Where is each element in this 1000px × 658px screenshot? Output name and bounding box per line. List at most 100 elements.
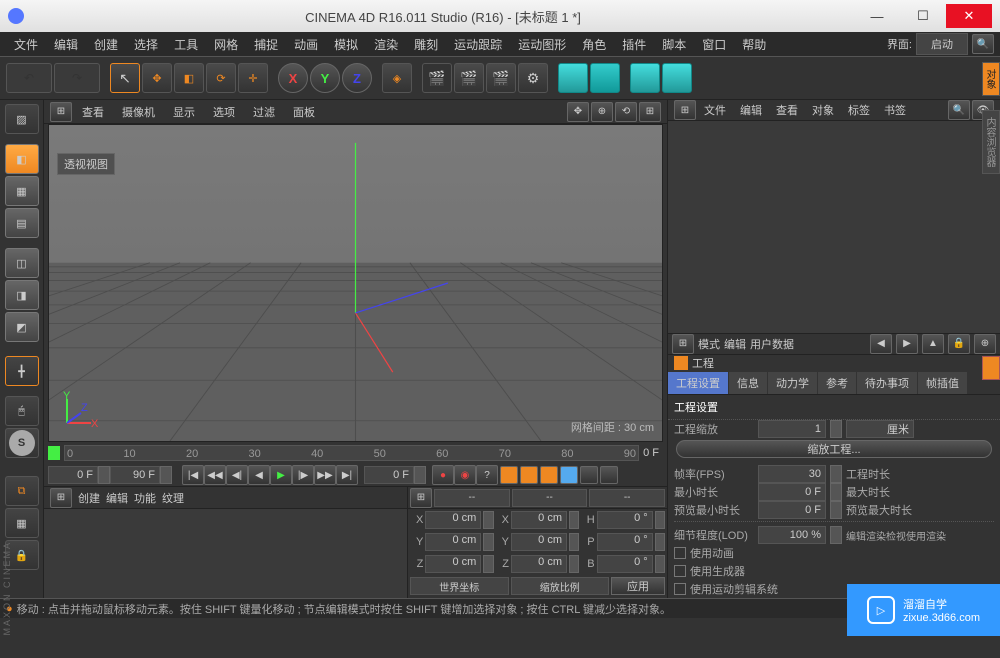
next-key-button[interactable]: ▶▶ xyxy=(314,465,336,485)
attr-nav-back-icon[interactable]: ◀ xyxy=(870,334,892,354)
side-tab-content[interactable]: 内容浏览器 xyxy=(982,110,1000,174)
lod-input[interactable]: 100 % xyxy=(758,526,826,544)
range-start-input[interactable] xyxy=(48,466,98,484)
om-menu-tags[interactable]: 标签 xyxy=(842,100,876,120)
attr-panel-icon[interactable]: ⊞ xyxy=(672,334,694,354)
y-axis-lock[interactable]: Y xyxy=(310,63,340,93)
object-manager-area[interactable] xyxy=(668,121,1000,334)
autokey-button[interactable]: ◉ xyxy=(454,465,476,485)
mat-menu-tex[interactable]: 纹理 xyxy=(162,490,184,506)
om-menu-edit[interactable]: 编辑 xyxy=(734,100,768,120)
om-search-icon[interactable]: 🔍 xyxy=(948,100,970,120)
model-mode-button[interactable]: ◧ xyxy=(5,144,39,174)
scale-tool[interactable]: ◧ xyxy=(174,63,204,93)
layout-search-icon[interactable]: 🔍 xyxy=(972,34,994,54)
key-pla-icon[interactable] xyxy=(580,466,598,484)
attr-menu-mode[interactable]: 模式 xyxy=(698,336,720,352)
vp-menu-filter[interactable]: 过滤 xyxy=(245,102,283,122)
z-axis-lock[interactable]: Z xyxy=(342,63,372,93)
vp-panel-icon[interactable]: ⊞ xyxy=(50,102,72,122)
use-anim-checkbox[interactable] xyxy=(674,547,686,559)
key-param-icon[interactable] xyxy=(560,466,578,484)
current-frame-spinner[interactable] xyxy=(414,466,426,484)
coord-panel-icon[interactable]: ⊞ xyxy=(410,488,432,508)
attr-menu-userdata[interactable]: 用户数据 xyxy=(750,336,794,352)
min-time-input[interactable]: 0 F xyxy=(758,483,826,501)
polygon-mode-button[interactable]: ◩ xyxy=(5,312,39,342)
fps-input[interactable]: 30 xyxy=(758,465,826,483)
goto-start-button[interactable]: |◀ xyxy=(182,465,204,485)
axis-mode-button[interactable]: ╋ xyxy=(5,356,39,386)
deformer-button[interactable] xyxy=(662,63,692,93)
range-end-spinner[interactable] xyxy=(160,466,172,484)
rot-b-input[interactable]: 0 ° xyxy=(597,555,653,573)
key-rot-icon[interactable] xyxy=(540,466,558,484)
om-menu-bookmarks[interactable]: 书签 xyxy=(878,100,912,120)
render-region-button[interactable]: 🎬 xyxy=(454,63,484,93)
materials-area[interactable] xyxy=(44,509,407,598)
play-backward-button[interactable]: ◀ xyxy=(248,465,270,485)
maximize-button[interactable]: ☐ xyxy=(900,4,946,28)
om-menu-file[interactable]: 文件 xyxy=(698,100,732,120)
mat-menu-create[interactable]: 创建 xyxy=(78,490,100,506)
materials-panel-icon[interactable]: ⊞ xyxy=(50,488,72,508)
generator-button[interactable] xyxy=(630,63,660,93)
close-button[interactable]: ✕ xyxy=(946,4,992,28)
pos-z-input[interactable]: 0 cm xyxy=(425,555,481,573)
project-scale-unit[interactable]: 厘米 xyxy=(846,420,914,438)
record-button[interactable]: ● xyxy=(432,465,454,485)
cube-primitive-button[interactable] xyxy=(558,63,588,93)
project-scale-input[interactable]: 1 xyxy=(758,420,826,438)
key-opts-icon[interactable] xyxy=(600,466,618,484)
tab-todo[interactable]: 待办事项 xyxy=(857,372,918,394)
menu-file[interactable]: 文件 xyxy=(6,34,46,55)
snap-button[interactable]: ⧉ xyxy=(5,476,39,506)
vp-menu-options[interactable]: 选项 xyxy=(205,102,243,122)
menu-sculpt[interactable]: 雕刻 xyxy=(406,34,446,55)
menu-animation[interactable]: 动画 xyxy=(286,34,326,55)
viewport-solo-button[interactable]: S xyxy=(5,428,39,458)
menu-mograph[interactable]: 运动图形 xyxy=(510,34,574,55)
attr-menu-edit[interactable]: 编辑 xyxy=(724,336,746,352)
current-frame-input[interactable] xyxy=(364,466,414,484)
rot-p-input[interactable]: 0 ° xyxy=(597,533,653,551)
workplane-mode-button[interactable]: ▤ xyxy=(5,208,39,238)
menu-render[interactable]: 渲染 xyxy=(366,34,406,55)
menu-plugins[interactable]: 插件 xyxy=(614,34,654,55)
apply-button[interactable]: 应用 xyxy=(611,577,665,595)
rot-h-input[interactable]: 0 ° xyxy=(597,511,653,529)
goto-end-button[interactable]: ▶| xyxy=(336,465,358,485)
attr-nav-up-icon[interactable]: ▲ xyxy=(922,334,944,354)
play-forward-button[interactable]: ▶ xyxy=(270,465,292,485)
undo-button[interactable]: ↶ xyxy=(6,63,52,93)
timeline-ruler[interactable]: 0 10 20 30 40 50 60 70 80 90 0 F xyxy=(44,442,667,464)
spline-button[interactable] xyxy=(590,63,620,93)
om-menu-view[interactable]: 查看 xyxy=(770,100,804,120)
use-gen-checkbox[interactable] xyxy=(674,565,686,577)
attr-lock-icon[interactable]: 🔒 xyxy=(948,334,970,354)
om-panel-icon[interactable]: ⊞ xyxy=(674,100,696,120)
move-tool[interactable]: ✥ xyxy=(142,63,172,93)
rotate-tool[interactable]: ⟳ xyxy=(206,63,236,93)
key-scale-icon[interactable] xyxy=(520,466,538,484)
prev-frame-button[interactable]: ◀| xyxy=(226,465,248,485)
pos-y-input[interactable]: 0 cm xyxy=(425,533,481,551)
attr-nav-fwd-icon[interactable]: ▶ xyxy=(896,334,918,354)
attr-new-icon[interactable]: ⊕ xyxy=(974,334,996,354)
workplane-button[interactable]: ▦ xyxy=(5,508,39,538)
mat-menu-edit[interactable]: 编辑 xyxy=(106,490,128,506)
next-frame-button[interactable]: |▶ xyxy=(292,465,314,485)
layout-selector[interactable]: 启动 xyxy=(916,33,968,55)
render-settings-button[interactable]: 🎬 xyxy=(486,63,516,93)
make-editable-button[interactable]: ▨ xyxy=(5,104,39,134)
size-z-input[interactable]: 0 cm xyxy=(511,555,567,573)
menu-simulate[interactable]: 模拟 xyxy=(326,34,366,55)
tab-info[interactable]: 信息 xyxy=(729,372,768,394)
om-menu-objects[interactable]: 对象 xyxy=(806,100,840,120)
menu-mesh[interactable]: 网格 xyxy=(206,34,246,55)
recent-tool[interactable]: ✛ xyxy=(238,63,268,93)
render-queue-button[interactable]: ⚙ xyxy=(518,63,548,93)
vp-menu-panel[interactable]: 面板 xyxy=(285,102,323,122)
tab-project-settings[interactable]: 工程设置 xyxy=(668,372,729,394)
vp-menu-view[interactable]: 查看 xyxy=(74,102,112,122)
